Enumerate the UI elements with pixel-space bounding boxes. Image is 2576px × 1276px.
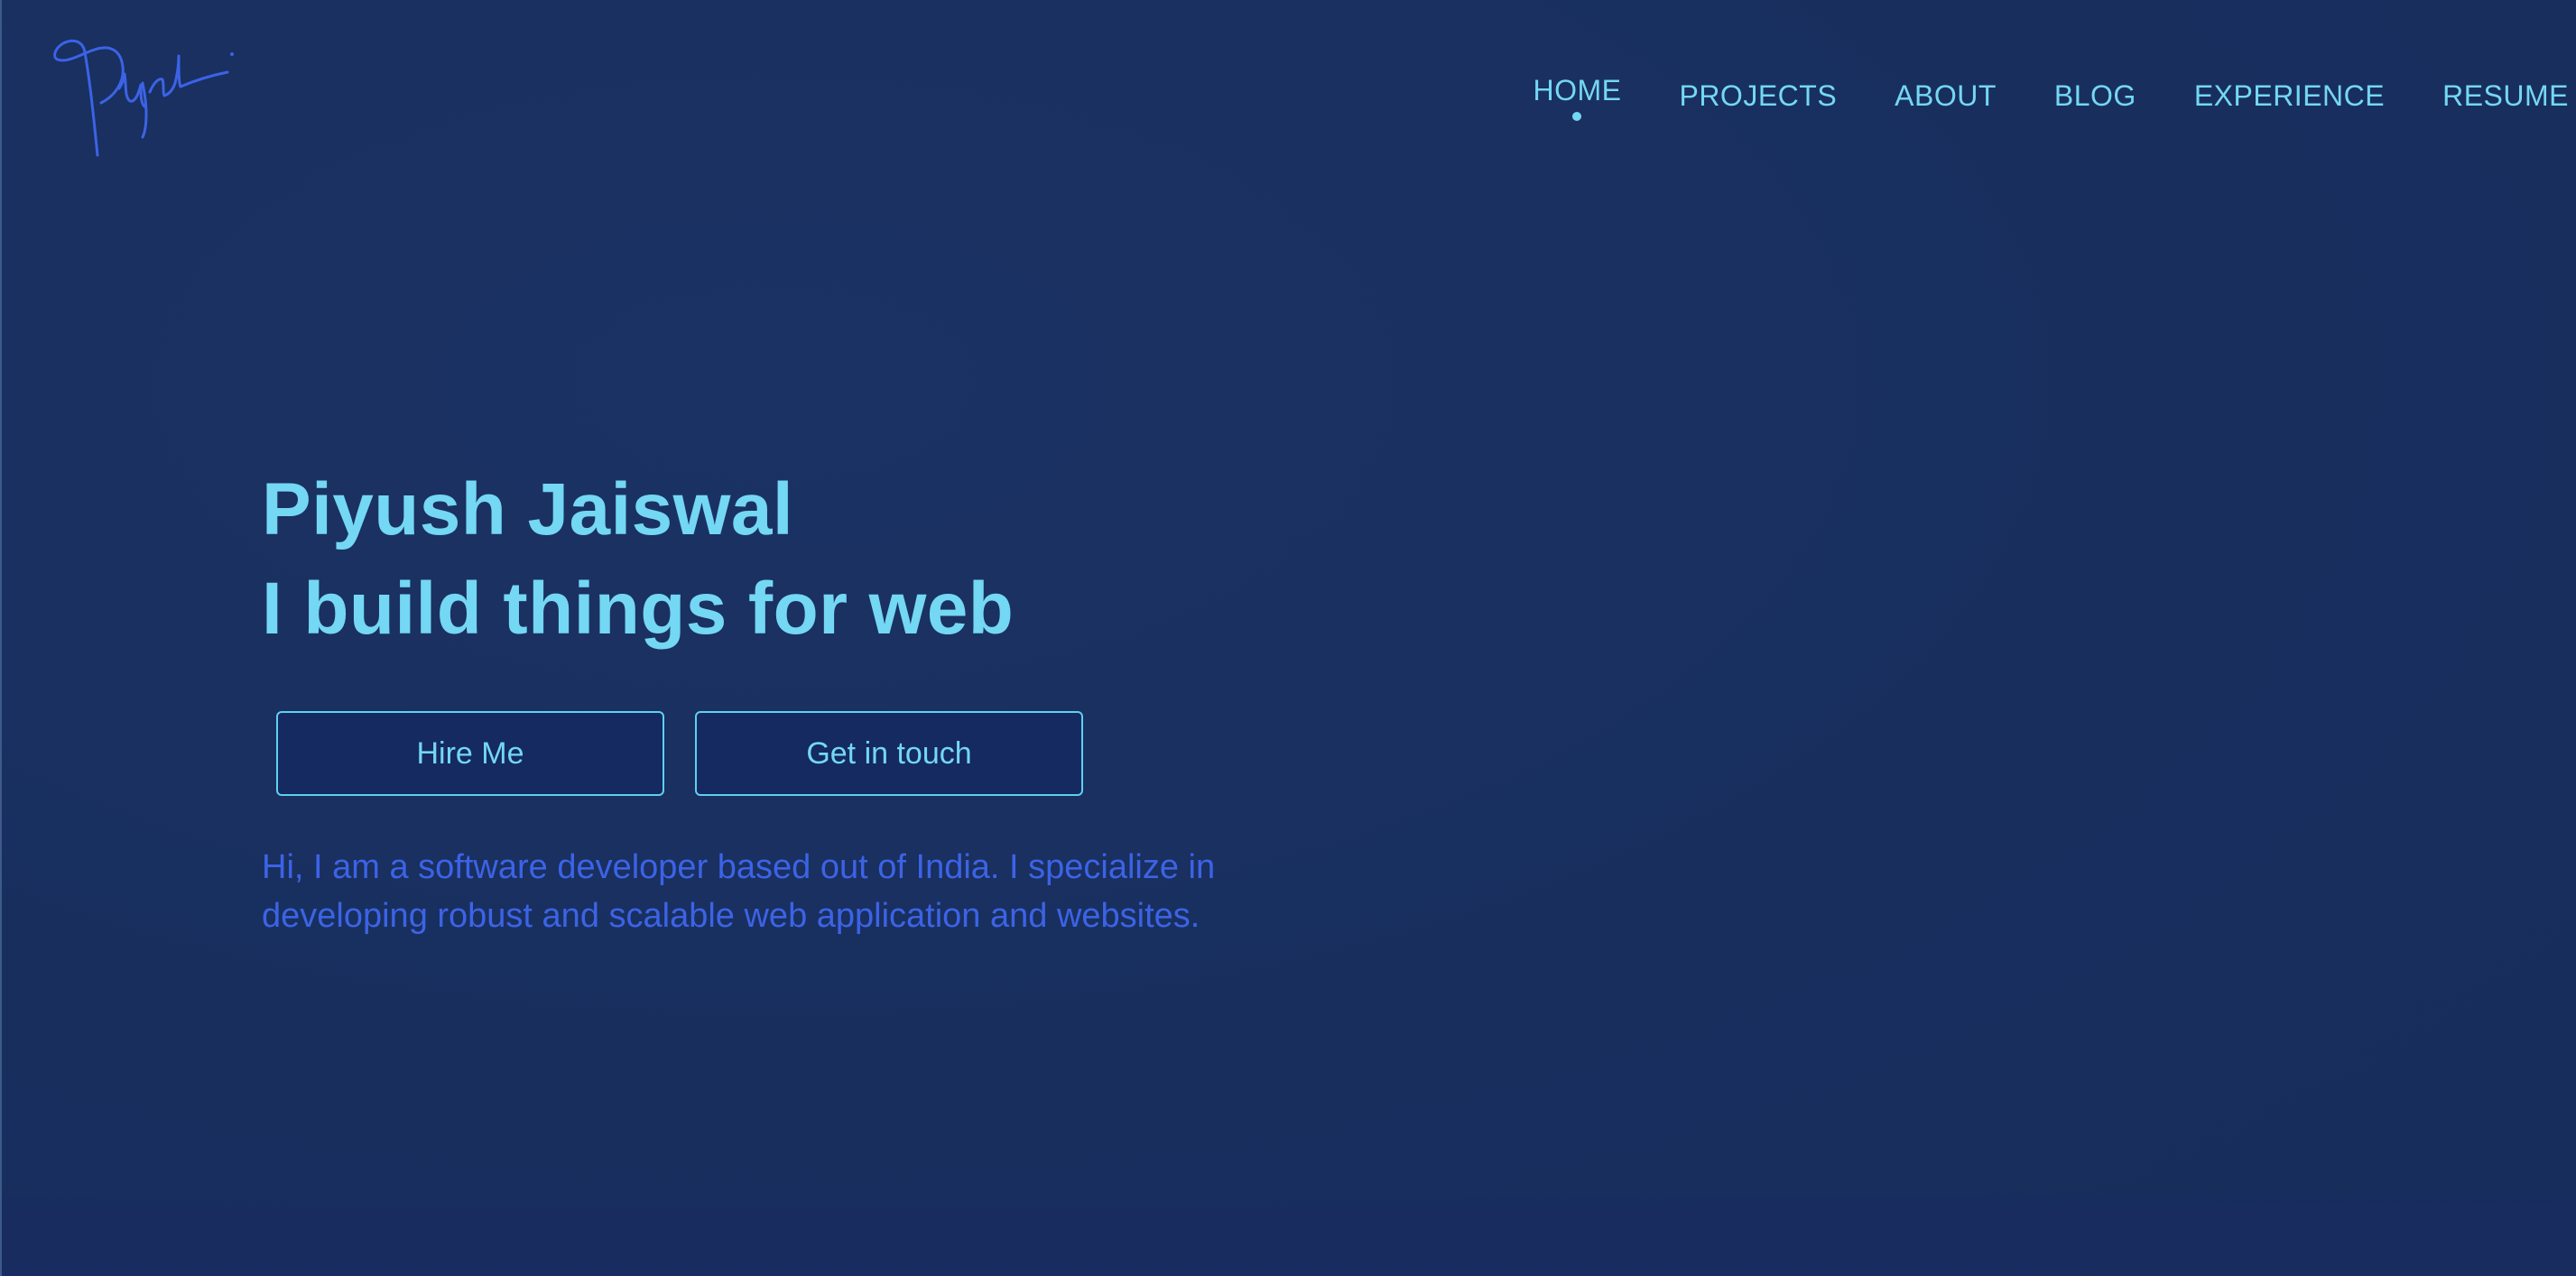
nav-experience[interactable]: EXPERIENCE <box>2194 79 2385 113</box>
nav-about[interactable]: ABOUT <box>1895 79 1997 113</box>
nav-blog[interactable]: BLOG <box>2054 79 2136 113</box>
signature-logo[interactable] <box>47 20 236 160</box>
hero-tagline: I build things for web <box>262 568 1015 650</box>
nav-about-label: ABOUT <box>1895 79 1997 112</box>
nav-experience-label: EXPERIENCE <box>2193 79 2386 112</box>
page-root: HOME PROJECTS ABOUT BLOG EXPERIENCE RESU… <box>0 0 2576 1276</box>
hero-buttons: Hire Me Get in touch <box>276 711 1616 796</box>
nav-projects[interactable]: PROJECTS <box>1679 79 1837 113</box>
hero-name: Piyush Jaiswal <box>262 468 794 550</box>
nav-resume[interactable]: RESUME <box>2442 79 2569 113</box>
nav-home[interactable]: HOME <box>1533 74 1622 121</box>
nav-blog-label: BLOG <box>2053 79 2136 112</box>
nav-resume-label: RESUME <box>2442 79 2569 112</box>
get-in-touch-button[interactable]: Get in touch <box>695 711 1083 796</box>
hero-section: Piyush Jaiswal I build things for web Hi… <box>262 460 1616 975</box>
hire-me-label: Hire Me <box>416 735 524 771</box>
hero-title: Piyush Jaiswal I build things for web <box>262 460 1616 659</box>
main-nav: HOME PROJECTS ABOUT BLOG EXPERIENCE RESU… <box>1533 74 2569 121</box>
nav-projects-label: PROJECTS <box>1679 79 1838 112</box>
active-indicator-dot <box>1572 112 1582 121</box>
hire-me-button[interactable]: Hire Me <box>276 711 664 796</box>
hero-description: Hi, I am a software developer based out … <box>262 848 1216 935</box>
get-in-touch-label: Get in touch <box>806 735 972 771</box>
nav-home-label: HOME <box>1533 74 1622 106</box>
signature-logo-icon <box>53 39 234 157</box>
